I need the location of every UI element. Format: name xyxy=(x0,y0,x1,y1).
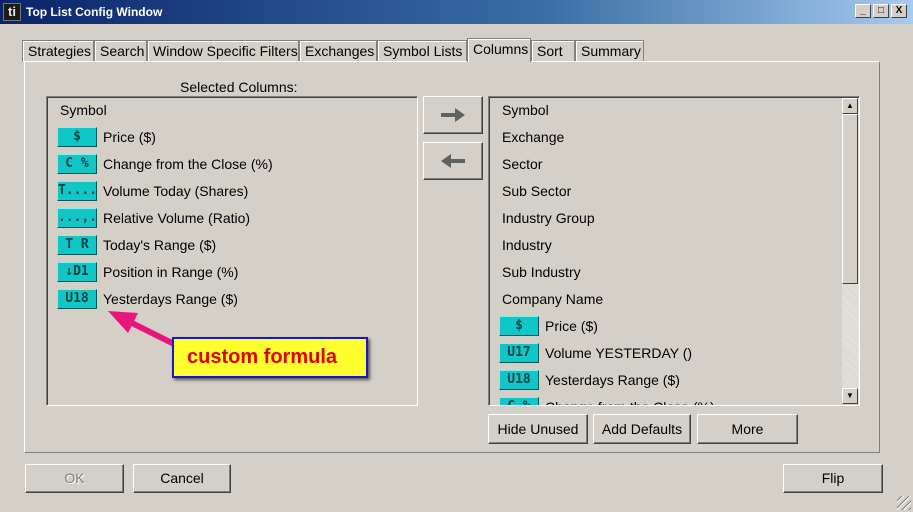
app-logo-icon: ti xyxy=(3,3,21,21)
column-label: Industry xyxy=(502,237,552,253)
column-type-icon: C % xyxy=(499,397,539,405)
title-bar: ti Top List Config Window _ □ X xyxy=(0,0,913,24)
column-label: Sector xyxy=(502,156,543,172)
tab-sort[interactable]: Sort xyxy=(531,40,575,62)
selected-list-item[interactable]: ...,.l| Relative Volume (Ratio) xyxy=(47,206,250,230)
available-list-item[interactable]: Industry xyxy=(489,233,552,257)
column-type-icon: U18 xyxy=(57,289,97,309)
column-label: Price ($) xyxy=(545,318,598,334)
column-type-icon: ...,.l| xyxy=(57,208,97,228)
remove-column-button[interactable] xyxy=(423,142,483,180)
scroll-thumb[interactable] xyxy=(842,114,858,284)
column-type-icon: U18 xyxy=(499,370,539,390)
available-list-item[interactable]: Exchange xyxy=(489,125,564,149)
selected-list-item[interactable]: C % Change from the Close (%) xyxy=(47,152,273,176)
column-label: Yesterdays Range ($) xyxy=(545,372,680,388)
column-label: Position in Range (%) xyxy=(103,264,239,280)
column-label: Change from the Close (%) xyxy=(545,399,715,405)
add-column-button[interactable] xyxy=(423,96,483,134)
arrow-right-icon xyxy=(441,108,465,122)
maximize-button[interactable]: □ xyxy=(873,4,889,18)
tab-summary[interactable]: Summary xyxy=(575,40,644,62)
available-columns-list[interactable]: Symbol Exchange Sector Sub Sector Industry G… xyxy=(488,96,860,406)
selected-list-item[interactable]: T....l Volume Today (Shares) xyxy=(47,179,248,203)
minimize-button[interactable]: _ xyxy=(855,4,871,18)
column-type-icon: U17 xyxy=(499,343,539,363)
column-label: Change from the Close (%) xyxy=(103,156,273,172)
column-label: Company Name xyxy=(502,291,604,307)
arrow-left-icon xyxy=(441,154,465,168)
column-label: Today's Range ($) xyxy=(103,237,217,253)
available-list-item[interactable]: Industry Group xyxy=(489,206,595,230)
selected-list-item[interactable]: Symbol xyxy=(47,98,107,122)
column-label: Sub Sector xyxy=(502,183,572,199)
available-columns-scrollbar[interactable]: ▲ ▼ xyxy=(842,98,859,404)
column-label: Volume Today (Shares) xyxy=(103,183,249,199)
available-list-item[interactable]: Company Name xyxy=(489,287,603,311)
available-list-item[interactable]: U18 Yesterdays Range ($) xyxy=(489,368,680,392)
column-label: Sub Industry xyxy=(502,264,581,280)
app-logo-text: ti xyxy=(8,4,16,19)
column-label: Symbol xyxy=(502,102,549,118)
custom-formula-callout: custom formula xyxy=(172,337,368,378)
tab-columns[interactable]: Columns xyxy=(467,38,531,62)
tab-window-specific-filters[interactable]: Window Specific Filters xyxy=(147,40,299,62)
window-title: Top List Config Window xyxy=(26,5,163,19)
column-type-icon: $ xyxy=(499,316,539,336)
column-type-icon: $ xyxy=(57,127,97,147)
scroll-up-button[interactable]: ▲ xyxy=(842,98,858,114)
selected-columns-label: Selected Columns: xyxy=(180,79,298,95)
column-type-icon: ↓D1 xyxy=(57,262,97,282)
column-label: Relative Volume (Ratio) xyxy=(103,210,251,226)
tab-exchanges[interactable]: Exchanges xyxy=(299,40,377,62)
selected-list-item[interactable]: T R Today's Range ($) xyxy=(47,233,216,257)
cancel-button[interactable]: Cancel xyxy=(133,464,231,493)
column-type-icon: T R xyxy=(57,235,97,255)
available-list-item[interactable]: Symbol xyxy=(489,98,549,122)
column-type-icon: T....l xyxy=(57,181,97,201)
available-list-item[interactable]: $ Price ($) xyxy=(489,314,598,338)
tab-symbol-lists[interactable]: Symbol Lists xyxy=(377,40,467,62)
close-button[interactable]: X xyxy=(891,4,907,18)
selected-list-item[interactable]: ↓D1 Position in Range (%) xyxy=(47,260,238,284)
selected-list-item[interactable]: $ Price ($) xyxy=(47,125,156,149)
column-label: Industry Group xyxy=(502,210,595,226)
available-list-item[interactable]: U17 Volume YESTERDAY () xyxy=(489,341,692,365)
available-list-item[interactable]: C % Change from the Close (%) xyxy=(489,395,715,405)
tab-strip: Strategies Search Window Specific Filters E… xyxy=(22,38,644,62)
ok-button[interactable]: OK xyxy=(25,464,124,493)
available-list-item[interactable]: Sub Sector xyxy=(489,179,571,203)
column-label: Symbol xyxy=(60,102,107,118)
add-defaults-button[interactable]: Add Defaults xyxy=(593,414,691,444)
scroll-track[interactable] xyxy=(842,284,858,388)
tab-search[interactable]: Search xyxy=(94,40,147,62)
tab-strategies[interactable]: Strategies xyxy=(22,40,94,62)
resize-grip[interactable] xyxy=(897,496,911,510)
available-list-item[interactable]: Sector xyxy=(489,152,542,176)
more-button[interactable]: More xyxy=(697,414,798,444)
scroll-down-button[interactable]: ▼ xyxy=(842,388,858,404)
annotation-pointer-arrow xyxy=(108,311,179,348)
flip-button[interactable]: Flip xyxy=(783,464,883,493)
column-label: Price ($) xyxy=(103,129,156,145)
column-label: Exchange xyxy=(502,129,565,145)
hide-unused-button[interactable]: Hide Unused xyxy=(488,414,588,444)
column-label: Volume YESTERDAY () xyxy=(545,345,693,361)
column-type-icon: C % xyxy=(57,154,97,174)
available-list-item[interactable]: Sub Industry xyxy=(489,260,581,284)
